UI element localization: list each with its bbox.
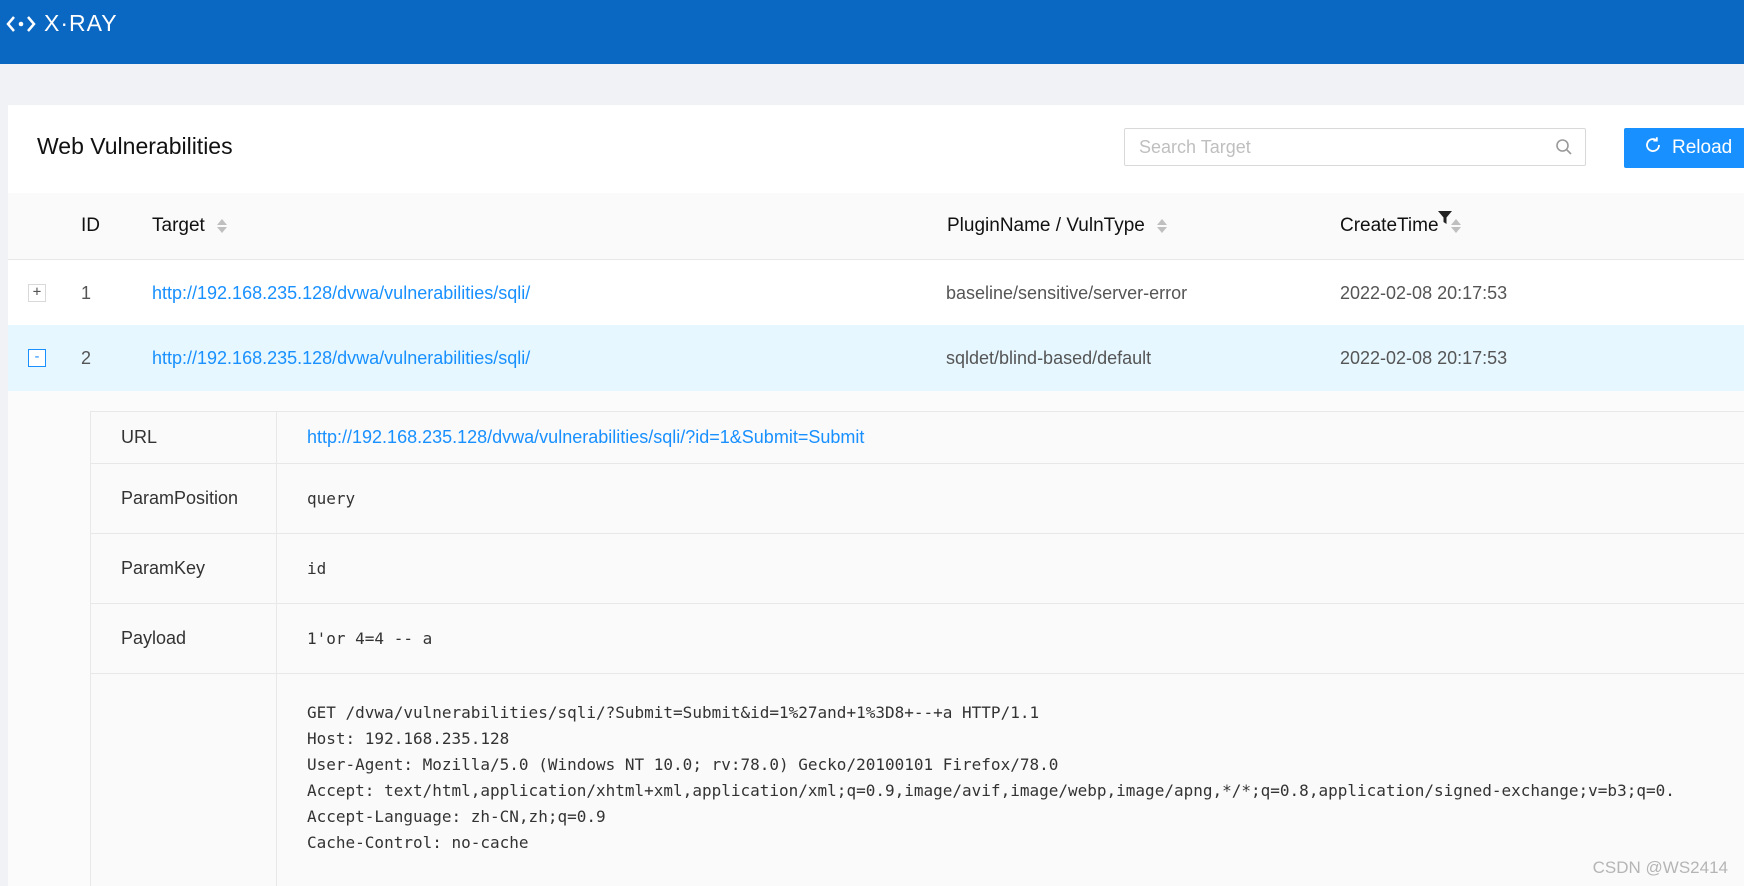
column-id-label: ID [81,215,100,236]
table-header: ID Target PluginName / VulnType CreateTi… [8,193,1744,260]
table-row[interactable]: + 1 http://192.168.235.128/dvwa/vulnerab… [8,260,1744,327]
detail-label: ParamPosition [91,464,277,533]
request-line: Host: 192.168.235.128 [307,729,510,748]
expanded-row-detail: URL http://192.168.235.128/dvwa/vulnerab… [8,391,1744,886]
request-line: User-Agent: Mozilla/5.0 (Windows NT 10.0… [307,755,1059,774]
detail-label: URL [91,412,277,463]
column-header-id: ID [81,215,100,237]
xray-logo-icon [6,14,36,34]
app-logo[interactable]: X·RAY [6,10,118,37]
table-row[interactable]: - 2 http://192.168.235.128/dvwa/vulnerab… [8,325,1744,392]
detail-table: URL http://192.168.235.128/dvwa/vulnerab… [90,411,1744,886]
column-target-label: Target [152,215,205,236]
request-line: GET /dvwa/vulnerabilities/sqli/?Submit=S… [307,703,1040,722]
detail-value: query [307,489,356,508]
request-line: Accept-Language: zh-CN,zh;q=0.9 [307,807,606,826]
sort-icon[interactable] [1450,219,1461,233]
row-plugin: sqldet/blind-based/default [946,348,1152,368]
request-line: Cache-Control: no-cache [307,833,529,852]
detail-row-url: URL http://192.168.235.128/dvwa/vulnerab… [91,412,1744,464]
column-createtime-label: CreateTime [1340,215,1439,236]
detail-row-request: GET /dvwa/vulnerabilities/sqli/?Submit=S… [91,674,1744,886]
detail-row-param-key: ParamKey id [91,534,1744,604]
search-input[interactable] [1137,129,1541,165]
row-createtime: 2022-02-08 20:17:53 [1340,283,1508,303]
row-id: 2 [81,348,92,368]
http-request-text: GET /dvwa/vulnerabilities/sqli/?Submit=S… [307,674,1675,856]
page-title: Web Vulnerabilities [37,133,233,159]
top-navbar: X·RAY [0,0,1744,64]
watermark: CSDN @WS2414 [1592,858,1728,877]
collapse-icon[interactable]: - [28,349,46,367]
detail-row-payload: Payload 1'or 4=4 -- a [91,604,1744,674]
row-target-link[interactable]: http://192.168.235.128/dvwa/vulnerabilit… [152,348,530,369]
reload-label: Reload [1672,137,1733,158]
column-plugin-label: PluginName / VulnType [947,215,1145,236]
vulnerabilities-card: Web Vulnerabilities Reload ID [8,105,1744,886]
column-header-target[interactable]: Target [152,215,227,237]
detail-row-param-position: ParamPosition query [91,464,1744,534]
detail-url-link[interactable]: http://192.168.235.128/dvwa/vulnerabilit… [277,412,1744,463]
row-id: 1 [81,283,92,303]
reload-button[interactable]: Reload [1624,128,1744,168]
detail-label: Payload [91,604,277,673]
detail-value: id [307,559,327,578]
column-header-createtime[interactable]: CreateTime [1340,215,1461,237]
row-target-link[interactable]: http://192.168.235.128/dvwa/vulnerabilit… [152,283,530,304]
row-createtime: 2022-02-08 20:17:53 [1340,348,1508,368]
row-plugin: baseline/sensitive/server-error [946,283,1188,303]
expand-icon[interactable]: + [28,284,46,302]
detail-request-block: GET /dvwa/vulnerabilities/sqli/?Submit=S… [277,674,1744,856]
request-line: Accept: text/html,application/xhtml+xml,… [307,781,1675,800]
card-header: Web Vulnerabilities Reload [8,105,1744,193]
search-box[interactable] [1124,128,1586,166]
detail-value: 1'or 4=4 -- a [307,629,433,648]
detail-label: ParamKey [91,534,277,603]
search-icon[interactable] [1555,138,1573,161]
column-header-plugin[interactable]: PluginName / VulnType [947,215,1167,237]
sort-icon[interactable] [216,219,227,233]
reload-icon [1644,136,1662,160]
sort-icon[interactable] [1156,219,1167,233]
logo-text: X·RAY [44,10,118,36]
detail-label-empty [91,674,277,886]
